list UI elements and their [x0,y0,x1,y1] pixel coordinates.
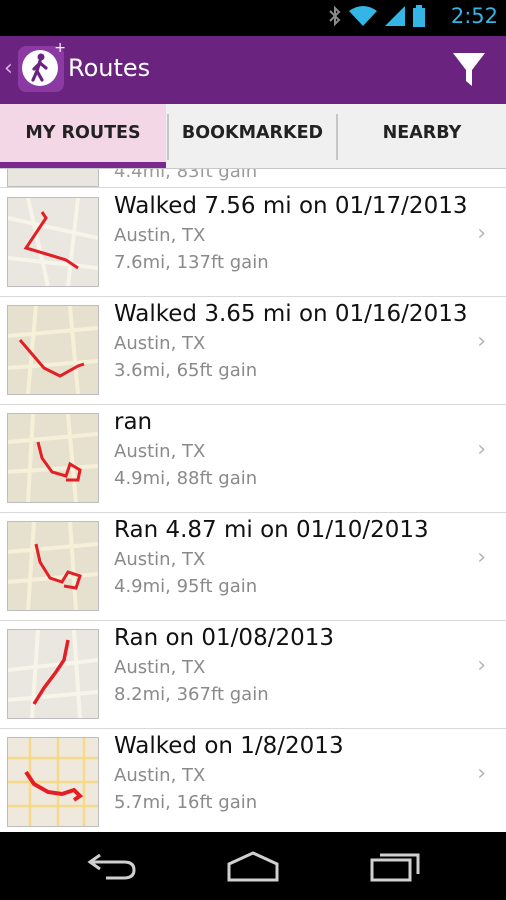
home-icon[interactable] [226,850,280,886]
tab-my-routes[interactable]: MY ROUTES [0,104,166,168]
page-title: Routes [68,54,151,82]
list-item[interactable]: Ran on 01/08/2013 Austin, TX 8.2mi, 367f… [0,620,506,729]
route-map-thumbnail [7,169,99,187]
route-stats: 3.6mi, 65ft gain [114,360,258,381]
route-title: Walked 3.65 mi on 01/16/2013 [114,301,468,327]
tab-label: NEARBY [382,123,462,143]
action-bar: ‹ + Routes [0,36,506,104]
status-time: 2:52 [450,4,498,28]
route-stats: 4.4mi, 83ft gain [114,169,258,182]
wifi-icon [348,5,378,31]
status-bar: 2:52 [0,0,506,36]
chevron-left-icon[interactable]: ‹ [4,56,13,81]
route-title: Walked on 1/8/2013 [114,733,344,759]
route-stats: 4.9mi, 88ft gain [114,468,258,489]
route-map-thumbnail [7,521,99,611]
route-map-thumbnail [7,413,99,503]
route-stats: 7.6mi, 137ft gain [114,252,269,273]
chevron-right-icon: › [477,329,486,354]
walker-icon[interactable]: + [18,40,66,92]
route-stats: 8.2mi, 367ft gain [114,684,269,705]
list-item[interactable]: 4.4mi, 83ft gain [0,169,506,188]
navigation-bar [0,832,506,900]
route-map-thumbnail [7,305,99,395]
tab-nearby[interactable]: NEARBY [338,104,506,168]
route-location: Austin, TX [114,657,206,678]
list-item[interactable]: Walked on 1/8/2013 Austin, TX 5.7mi, 16f… [0,728,506,833]
list-item[interactable]: ran Austin, TX 4.9mi, 88ft gain › [0,404,506,513]
tab-label: MY ROUTES [25,123,141,143]
route-title: Ran 4.87 mi on 01/10/2013 [114,517,429,543]
battery-icon [412,5,426,31]
route-location: Austin, TX [114,549,206,570]
filter-icon[interactable] [452,50,486,90]
route-title: Ran on 01/08/2013 [114,625,334,651]
tab-indicator [0,162,166,168]
tab-label: BOOKMARKED [181,123,324,143]
route-location: Austin, TX [114,765,206,786]
route-location: Austin, TX [114,441,206,462]
tab-bar: MY ROUTES BOOKMARKED NEARBY [0,104,506,169]
route-map-thumbnail [7,197,99,287]
route-title: ran [114,409,153,435]
list-item[interactable]: Walked 3.65 mi on 01/16/2013 Austin, TX … [0,296,506,405]
chevron-right-icon: › [477,221,486,246]
chevron-right-icon: › [477,653,486,678]
route-map-thumbnail [7,737,99,827]
recent-apps-icon[interactable] [370,850,422,886]
bluetooth-icon [328,5,342,31]
route-location: Austin, TX [114,333,206,354]
list-item[interactable]: Walked 7.56 mi on 01/17/2013 Austin, TX … [0,188,506,297]
list-item[interactable]: Ran 4.87 mi on 01/10/2013 Austin, TX 4.9… [0,512,506,621]
signal-icon [384,5,406,31]
chevron-right-icon: › [477,545,486,570]
chevron-right-icon: › [477,437,486,462]
route-stats: 4.9mi, 95ft gain [114,576,258,597]
route-list[interactable]: Walked 7.56 mi on 01/17/2013 Austin, TX … [0,188,506,833]
route-stats: 5.7mi, 16ft gain [114,792,258,813]
back-icon[interactable] [86,852,138,886]
route-location: Austin, TX [114,225,206,246]
route-map-thumbnail [7,629,99,719]
tab-bookmarked[interactable]: BOOKMARKED [169,104,336,168]
status-icons [328,5,426,31]
chevron-right-icon: › [477,761,486,786]
route-title: Walked 7.56 mi on 01/17/2013 [114,193,468,219]
